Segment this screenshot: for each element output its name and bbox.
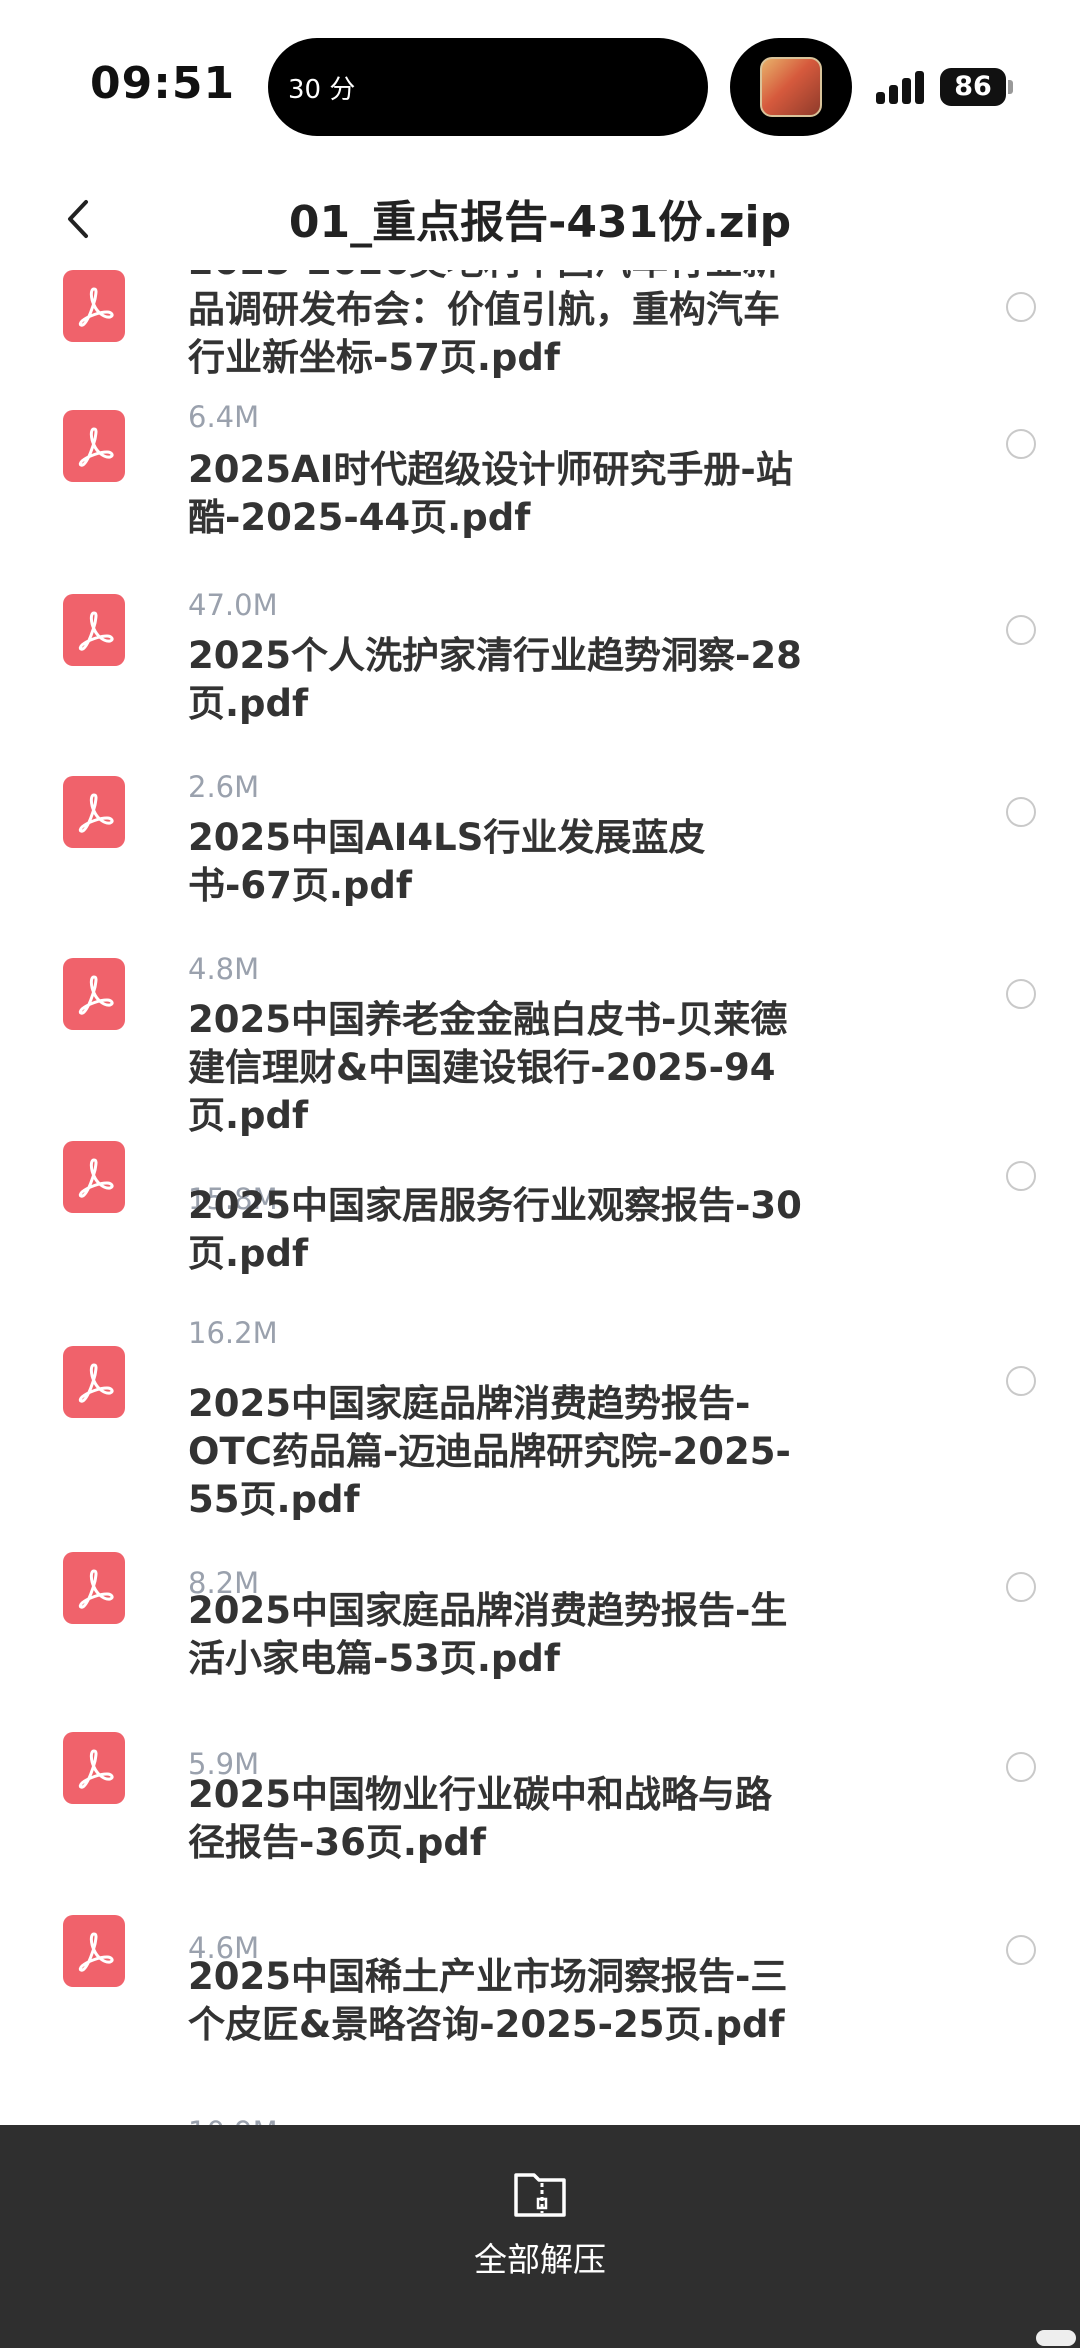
chevron-left-icon: [68, 200, 88, 238]
select-radio[interactable]: [1006, 797, 1036, 827]
select-radio[interactable]: [1006, 1752, 1036, 1782]
extract-all-label: 全部解压: [474, 2240, 606, 2279]
island-timer-text: 30 分: [288, 75, 356, 105]
pdf-file-icon: [63, 776, 125, 848]
pdf-file-icon: [63, 1346, 125, 1418]
watermark: [1036, 2330, 1076, 2346]
select-radio[interactable]: [1006, 1572, 1036, 1602]
file-size: 16.2M: [188, 1316, 278, 1350]
file-size: 10.9M: [188, 2115, 278, 2125]
file-name: 2025AI时代超级设计师研究手册-站酷-2025-44页.pdf: [188, 448, 793, 539]
pdf-file-icon: [63, 1915, 125, 1987]
battery-tip: [1008, 80, 1013, 94]
file-name: 2025中国养老金金融白皮书-贝莱德建信理财&中国建设银行-2025-94页.p…: [188, 998, 788, 1137]
pdf-file-icon: [63, 1141, 125, 1213]
file-size: 4.8M: [188, 952, 260, 986]
select-radio[interactable]: [1006, 615, 1036, 645]
nav-bar: 01_重点报告-431份.zip: [0, 170, 1080, 270]
status-time: 09:51: [90, 58, 236, 109]
file-name: 2025中国物业行业碳中和战略与路径报告-36页.pdf: [188, 1773, 772, 1864]
pdf-file-icon: [63, 958, 125, 1030]
file-size: 2.6M: [188, 770, 260, 804]
file-name: 2025中国家庭品牌消费趋势报告-生活小家电篇-53页.pdf: [188, 1589, 788, 1680]
dynamic-island[interactable]: 30 分: [268, 38, 708, 136]
page-title: 01_重点报告-431份.zip: [288, 197, 792, 248]
select-radio[interactable]: [1006, 292, 1036, 322]
select-radio[interactable]: [1006, 979, 1036, 1009]
pdf-file-icon: [63, 594, 125, 666]
bottom-action-bar: 全部解压: [0, 2125, 1080, 2348]
extract-all-button[interactable]: 全部解压: [440, 2145, 640, 2295]
battery-icon: 86: [940, 68, 1006, 106]
file-name: 2025中国家居服务行业观察报告-30页.pdf: [188, 1184, 802, 1275]
pdf-file-icon: [63, 270, 125, 342]
file-name: 2025个人洗护家清行业趋势洞察-28页.pdf: [188, 634, 802, 725]
file-name: 2025中国AI4LS行业发展蓝皮书-67页.pdf: [188, 816, 706, 907]
pdf-file-icon: [63, 1732, 125, 1804]
dynamic-island-app[interactable]: [730, 38, 852, 136]
select-radio[interactable]: [1006, 1935, 1036, 1965]
file-size: 6.4M: [188, 400, 260, 434]
pdf-file-icon: [63, 410, 125, 482]
file-size: 47.0M: [188, 588, 278, 622]
select-radio[interactable]: [1006, 1161, 1036, 1191]
back-button[interactable]: [52, 184, 112, 254]
select-radio[interactable]: [1006, 429, 1036, 459]
cellular-signal-icon: [876, 70, 926, 104]
zip-folder-icon: [514, 2173, 566, 2217]
pdf-file-icon: [63, 1552, 125, 1624]
file-name: 2025-2026奥地利中国汽车行业新品调研发布会：价值引航，重构汽车行业新坐标…: [188, 270, 780, 379]
file-list[interactable]: 2025-2026奥地利中国汽车行业新品调研发布会：价值引航，重构汽车行业新坐标…: [0, 270, 1080, 2125]
status-bar: 09:51 30 分 86: [0, 0, 1080, 170]
file-name: 2025中国稀土产业市场洞察报告-三个皮匠&景略咨询-2025-25页.pdf: [188, 1955, 788, 2046]
app-avatar: [760, 57, 822, 117]
battery-level: 86: [954, 71, 992, 102]
select-radio[interactable]: [1006, 1366, 1036, 1396]
file-name: 2025中国家庭品牌消费趋势报告-OTC药品篇-迈迪品牌研究院-2025-55页…: [188, 1382, 791, 1521]
